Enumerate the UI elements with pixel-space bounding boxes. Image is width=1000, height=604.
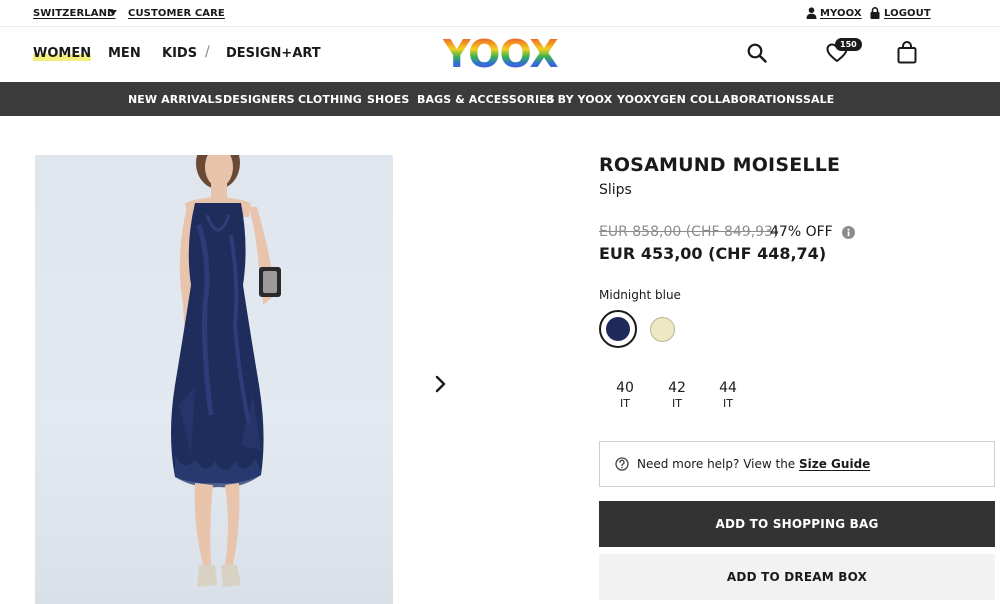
cat-yooxygen[interactable]: YOOXYGEN (617, 93, 686, 106)
logout-link[interactable]: LOGOUT (884, 8, 931, 19)
nav-divider: / (205, 44, 210, 60)
yoox-logo[interactable]: YOOX (443, 34, 559, 74)
swatch-dot (606, 317, 630, 341)
size-guide-link[interactable]: Size Guide (799, 457, 870, 471)
nav-men[interactable]: MEN (108, 46, 141, 61)
search-icon[interactable] (747, 43, 767, 63)
product-image[interactable] (35, 155, 393, 604)
user-icon[interactable] (806, 7, 817, 19)
nav-design-art[interactable]: DESIGN+ART (226, 46, 321, 61)
product-brand[interactable]: ROSAMUND MOISELLE (599, 154, 840, 176)
size-unit: IT (723, 397, 733, 410)
nav-women[interactable]: WOMEN (33, 46, 92, 61)
country-selector[interactable]: SWITZERLAND (33, 8, 115, 19)
size-value: 40 (616, 380, 634, 396)
cat-new-arrivals[interactable]: NEW ARRIVALS (128, 93, 223, 106)
lock-icon[interactable] (870, 7, 880, 19)
size-help-label: Need more help? View the (637, 457, 799, 471)
size-unit: IT (672, 397, 682, 410)
add-to-dream-box-button[interactable]: ADD TO DREAM BOX (599, 554, 995, 600)
product-category: Slips (599, 182, 632, 198)
chevron-down-icon[interactable] (109, 10, 117, 15)
color-swatch-midnight-blue[interactable] (599, 310, 637, 348)
cat-designers[interactable]: DESIGNERS (223, 93, 295, 106)
size-unit: IT (620, 397, 630, 410)
dress-illustration (171, 155, 281, 587)
size-option-40[interactable]: 40 IT (608, 380, 642, 411)
size-option-44[interactable]: 44 IT (711, 380, 745, 411)
size-value: 42 (668, 380, 686, 396)
size-help-text: Need more help? View the Size Guide (637, 457, 870, 471)
selected-color-name: Midnight blue (599, 288, 681, 302)
size-option-42[interactable]: 42 IT (660, 380, 694, 411)
color-swatch-cream[interactable] (650, 317, 675, 342)
cat-clothing[interactable]: CLOTHING (298, 93, 362, 106)
nav-kids[interactable]: KIDS (162, 46, 197, 61)
size-value: 44 (719, 380, 737, 396)
category-nav: NEW ARRIVALS DESIGNERS CLOTHING SHOES BA… (0, 82, 1000, 116)
sale-price: EUR 453,00 (CHF 448,74) (599, 244, 827, 263)
question-icon (615, 457, 629, 471)
info-icon[interactable] (842, 226, 855, 239)
original-price: EUR 858,00 (CHF 849,93) (599, 224, 779, 240)
nav-women-label: WOMEN (33, 46, 92, 61)
discount-label: 47% OFF (770, 224, 833, 240)
utility-bar: SWITZERLAND CUSTOMER CARE MYOOX LOGOUT (0, 0, 1000, 27)
myoox-link[interactable]: MYOOX (820, 8, 862, 19)
chevron-right-icon[interactable] (433, 375, 449, 393)
cat-bags-accessories[interactable]: BAGS & ACCESSORIES (417, 93, 555, 106)
cat-8-by-yoox[interactable]: 8 BY YOOX (546, 93, 612, 106)
cat-shoes[interactable]: SHOES (367, 93, 409, 106)
site-header: WOMEN MEN KIDS / DESIGN+ART YOOX 150 (0, 27, 1000, 82)
wishlist-count-badge: 150 (835, 38, 862, 51)
customer-care-link[interactable]: CUSTOMER CARE (128, 8, 225, 19)
cat-collaborations[interactable]: COLLABORATIONS (690, 93, 803, 106)
shopping-bag-icon[interactable] (897, 41, 917, 64)
size-help-box: Need more help? View the Size Guide (599, 441, 995, 487)
cat-sale[interactable]: SALE (803, 93, 834, 106)
add-to-bag-button[interactable]: ADD TO SHOPPING BAG (599, 501, 995, 547)
